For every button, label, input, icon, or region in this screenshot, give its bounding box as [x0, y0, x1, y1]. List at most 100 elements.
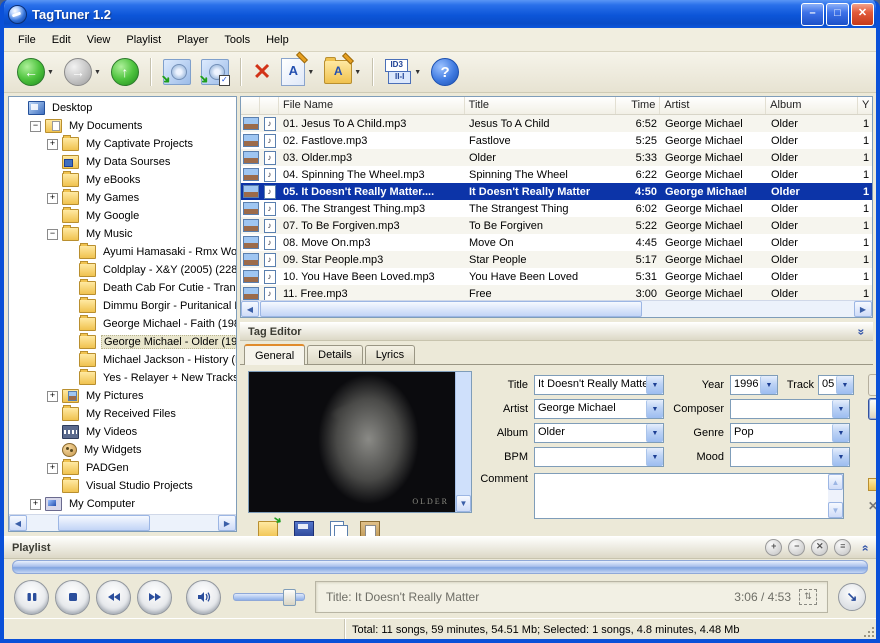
id3-dropdown-icon[interactable]: ▼	[414, 69, 421, 76]
file-row[interactable]: ♪10. You Have Been Loved.mp3You Have Bee…	[241, 268, 872, 285]
tree-item[interactable]: −My Documents	[9, 117, 236, 135]
volume-button[interactable]	[186, 580, 221, 615]
file-row[interactable]: ♪04. Spinning The Wheel.mp3Spinning The …	[241, 166, 872, 183]
add-folder-button[interactable]: ✓	[199, 56, 231, 88]
artist-combo[interactable]: George Michael▼	[534, 399, 664, 419]
tab-lyrics[interactable]: Lyrics	[365, 345, 415, 364]
tree-item[interactable]: Michael Jackson - History (Disc	[9, 351, 236, 369]
menu-playlist[interactable]: Playlist	[118, 31, 169, 49]
tree-scroll-track[interactable]	[27, 515, 218, 531]
volume-slider[interactable]	[233, 593, 305, 601]
rename-files-dropdown-icon[interactable]: ▼	[307, 69, 314, 76]
column-file-name[interactable]: File Name	[279, 97, 465, 114]
file-row[interactable]: ♪06. The Strangest Thing.mp3The Stranges…	[241, 200, 872, 217]
save-tags-button[interactable]: Save Tags	[868, 374, 880, 396]
scroll-down-icon[interactable]: ▼	[456, 495, 471, 512]
tree-scroll-thumb[interactable]	[58, 515, 150, 531]
column-artist[interactable]: Artist	[660, 97, 766, 114]
mood-combo[interactable]: ▼	[730, 447, 850, 467]
tree-item[interactable]: Desktop	[9, 99, 236, 117]
file-row[interactable]: ♪05. It Doesn't Really Matter....It Does…	[241, 183, 872, 200]
clear-tags-button[interactable]: Clear Tags	[868, 398, 880, 420]
column-title[interactable]: Title	[465, 97, 617, 114]
tree-item[interactable]: My Videos	[9, 423, 236, 441]
tree-item[interactable]: +My Games	[9, 189, 236, 207]
genre-combo[interactable]: Pop▼	[730, 423, 850, 443]
file-row[interactable]: ♪02. Fastlove.mp3Fastlove5:25George Mich…	[241, 132, 872, 149]
forward-button[interactable]: →▼	[62, 56, 103, 88]
column-time[interactable]: Time	[616, 97, 660, 114]
chevron-down-icon[interactable]: ▼	[832, 424, 849, 442]
pause-button[interactable]	[14, 580, 49, 615]
tree-item[interactable]: Death Cab For Cutie - Transatla	[9, 279, 236, 297]
collapse-tag-editor-icon[interactable]: »	[855, 328, 869, 335]
tree-item[interactable]: +My Captivate Projects	[9, 135, 236, 153]
chevron-down-icon[interactable]: ▼	[646, 424, 663, 442]
comment-scrollbar[interactable]: ▲▼	[828, 474, 843, 518]
file-row[interactable]: ♪01. Jesus To A Child.mp3Jesus To A Chil…	[241, 115, 872, 132]
minus-expander-icon[interactable]: −	[30, 121, 41, 132]
tree-item[interactable]: My Received Files	[9, 405, 236, 423]
title-combo[interactable]: It Doesn't Really Matter▼	[534, 375, 664, 395]
menu-file[interactable]: File	[10, 31, 44, 49]
tree-item[interactable]: My Widgets	[9, 441, 236, 459]
chevron-down-icon[interactable]: ▼	[760, 376, 777, 394]
playlist-remove-icon[interactable]: −	[788, 539, 805, 556]
tree-item[interactable]: Yes - Relayer + New Tracks () (	[9, 369, 236, 387]
id3-button[interactable]: ID3 II-I ▼	[383, 56, 423, 88]
chevron-down-icon[interactable]: ▼	[646, 376, 663, 394]
file-row[interactable]: ♪07. To Be Forgiven.mp3To Be Forgiven5:2…	[241, 217, 872, 234]
playlist-clear-icon[interactable]: ✕	[811, 539, 828, 556]
tree-item[interactable]: +PADGen	[9, 459, 236, 477]
menu-edit[interactable]: Edit	[44, 31, 79, 49]
tab-general[interactable]: General	[244, 344, 305, 365]
up-button[interactable]: ↑	[109, 56, 141, 88]
playlist-list-icon[interactable]: ≡	[834, 539, 851, 556]
tree-item[interactable]: My Google	[9, 207, 236, 225]
title-bar[interactable]: TagTuner 1.2 – □ ✕	[0, 0, 880, 28]
year-combo[interactable]: 1996▼	[730, 375, 778, 395]
column-tag-icon[interactable]	[260, 97, 279, 114]
file-row[interactable]: ♪11. Free.mp3Free3:00George MichaelOlder…	[241, 285, 872, 300]
tab-details[interactable]: Details	[307, 345, 363, 364]
repeat-icon[interactable]: ⇅	[799, 589, 817, 605]
rename-files-button[interactable]: A▼	[279, 56, 316, 88]
chevron-down-icon[interactable]: ▼	[832, 400, 849, 418]
tree-item[interactable]: My eBooks	[9, 171, 236, 189]
chevron-down-icon[interactable]: ▼	[832, 448, 849, 466]
chevron-down-icon[interactable]: ▼	[836, 376, 853, 394]
minimize-button[interactable]: –	[801, 3, 824, 26]
add-files-button[interactable]	[161, 56, 193, 88]
column-year[interactable]: Y	[858, 97, 872, 114]
scroll-left-icon[interactable]: ◀	[9, 515, 27, 531]
maximize-button[interactable]: □	[826, 3, 849, 26]
minus-expander-icon[interactable]: −	[47, 229, 58, 240]
column-album[interactable]: Album	[766, 97, 858, 114]
scroll-down-icon[interactable]: ▼	[828, 502, 843, 518]
scroll-right-icon[interactable]: ▶	[854, 301, 872, 317]
fast-forward-button[interactable]	[137, 580, 172, 615]
scroll-right-icon[interactable]: ▶	[218, 515, 236, 531]
tree-horizontal-scrollbar[interactable]: ◀ ▶	[9, 514, 236, 531]
tree-item[interactable]: +My Computer	[9, 495, 236, 513]
file-list-horizontal-scrollbar[interactable]: ◀ ▶	[241, 300, 872, 317]
help-button[interactable]: ?	[429, 56, 461, 88]
tree-item[interactable]: My Data Sourses	[9, 153, 236, 171]
file-row[interactable]: ♪08. Move On.mp3Move On4:45George Michae…	[241, 234, 872, 251]
comment-input[interactable]	[535, 474, 828, 518]
collapse-playlist-icon[interactable]: »	[858, 544, 872, 551]
track-combo[interactable]: 05▼	[818, 375, 854, 395]
playlist-add-icon[interactable]: +	[765, 539, 782, 556]
art-copy-icon[interactable]	[330, 521, 344, 537]
volume-slider-thumb[interactable]	[283, 589, 296, 606]
menu-help[interactable]: Help	[258, 31, 297, 49]
file-row[interactable]: ♪09. Star People.mp3Star People5:17Georg…	[241, 251, 872, 268]
album-art-scrollbar[interactable]: ▼	[455, 372, 471, 512]
forward-dropdown-icon[interactable]: ▼	[94, 69, 101, 76]
rename-folder-button[interactable]: A▼	[322, 56, 363, 88]
resize-grip[interactable]	[872, 635, 874, 637]
column-art-icon[interactable]	[241, 97, 260, 114]
rewind-button[interactable]	[96, 580, 131, 615]
seek-bar[interactable]	[12, 560, 868, 574]
menu-view[interactable]: View	[79, 31, 119, 49]
